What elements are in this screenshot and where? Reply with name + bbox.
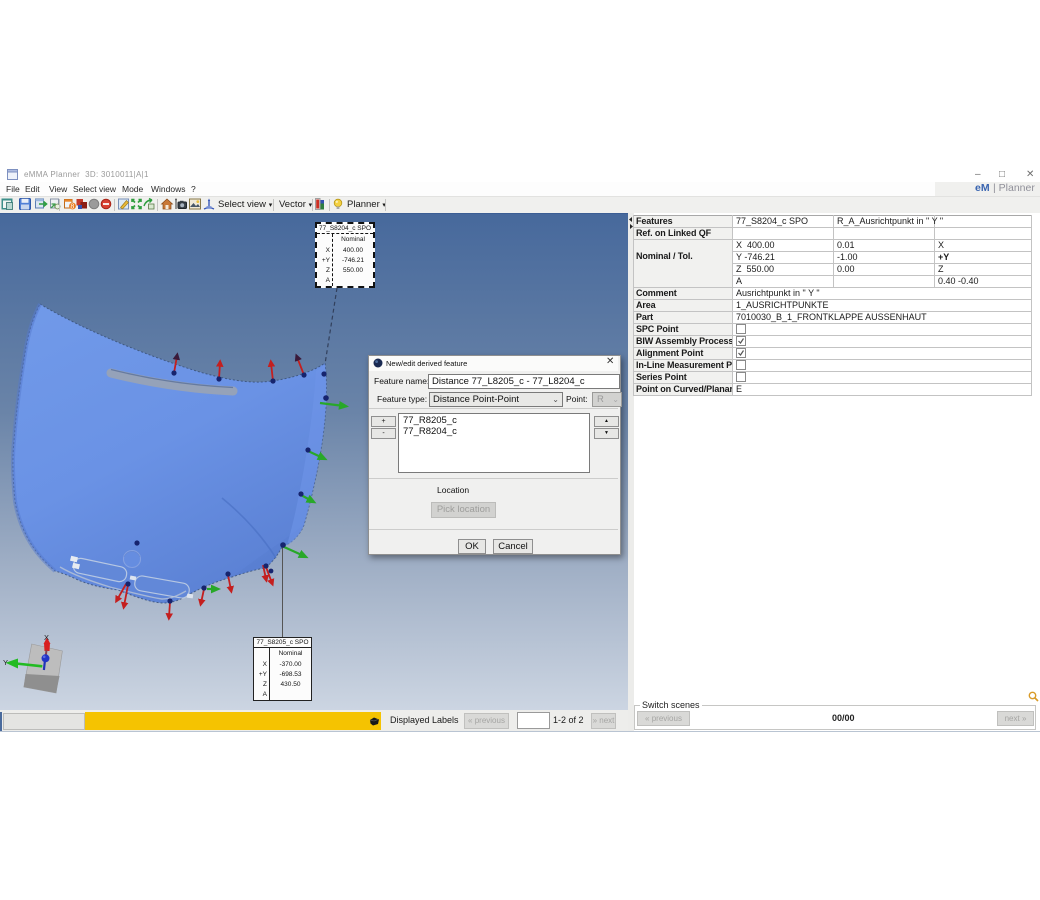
svg-text:Y: Y	[3, 658, 8, 667]
svg-text:8: 8	[70, 204, 74, 211]
svg-text:X: X	[44, 633, 49, 642]
